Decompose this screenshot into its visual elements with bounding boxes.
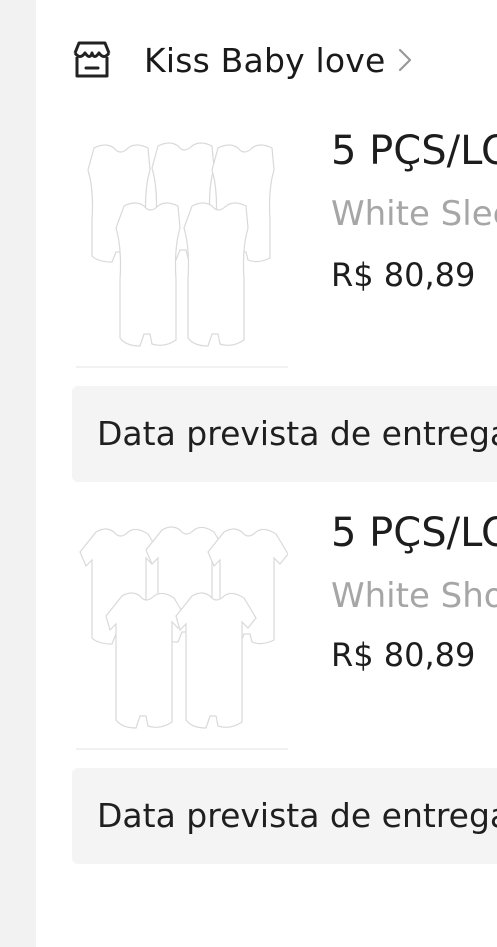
short-sleeve-bodysuits-image (79, 526, 289, 729)
sleeveless-bodysuits-image (87, 142, 275, 347)
product-title[interactable]: 5 PÇS/LOTE (331, 128, 497, 174)
store-header[interactable]: Kiss Baby love (70, 36, 490, 84)
product-price: R$ 80,89 (331, 256, 476, 294)
store-name[interactable]: Kiss Baby love (144, 41, 386, 80)
delivery-estimate-box: Data prevista de entrega: (72, 768, 497, 864)
order-item[interactable]: 5 PÇS/LOTE White Short Sleeve R$ 80,89 (76, 510, 497, 750)
product-price: R$ 80,89 (331, 636, 476, 674)
order-item[interactable]: 5 PÇS/LOTE White Sleeveless R$ 80,89 (76, 128, 497, 368)
delivery-estimate-box: Data prevista de entrega: (72, 386, 497, 482)
product-image[interactable] (76, 130, 288, 368)
chevron-right-icon[interactable] (396, 45, 418, 75)
product-variant: White Sleeveless (331, 194, 497, 234)
product-variant: White Short Sleeve (331, 576, 497, 616)
store-icon (70, 38, 114, 82)
order-card: Kiss Baby love 5 PÇS/LOTE White Sleevele… (36, 0, 497, 947)
product-image[interactable] (76, 512, 289, 750)
delivery-estimate-label: Data prevista de entrega: (97, 796, 497, 835)
product-title[interactable]: 5 PÇS/LOTE (331, 510, 497, 556)
delivery-estimate-label: Data prevista de entrega: (97, 414, 497, 453)
